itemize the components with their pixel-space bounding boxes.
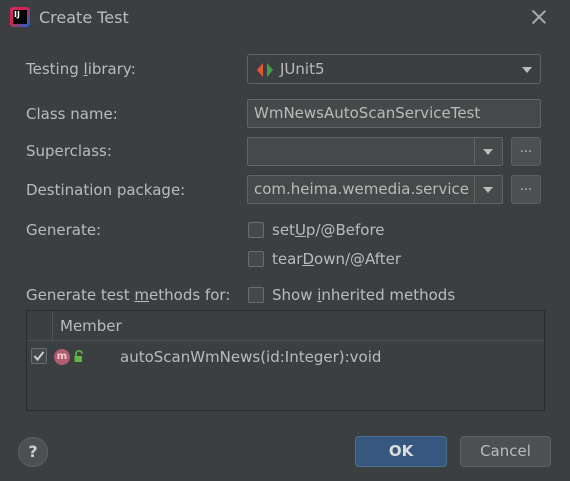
testing-library-value: JUnit5: [280, 60, 325, 78]
chevron-down-icon[interactable]: [483, 187, 493, 193]
ok-button[interactable]: OK: [355, 436, 447, 467]
destination-package-combo[interactable]: com.heima.wemedia.service: [247, 175, 503, 204]
chevron-down-icon[interactable]: [483, 149, 493, 155]
class-name-label: Class name:: [26, 105, 118, 123]
class-name-value: WmNewsAutoScanServiceTest: [254, 104, 481, 122]
show-inherited-checkbox[interactable]: [248, 287, 264, 303]
member-column-header[interactable]: Member: [60, 317, 122, 335]
members-table: Member m autoScanWmNews(id:Integer):void: [26, 310, 545, 411]
junit-icon: [257, 63, 273, 77]
cancel-button[interactable]: Cancel: [460, 436, 551, 467]
generate-label: Generate:: [26, 221, 102, 239]
member-row-checkbox[interactable]: [31, 348, 47, 364]
teardown-checkbox[interactable]: [248, 251, 264, 267]
table-row[interactable]: m autoScanWmNews(id:Integer):void: [27, 342, 544, 372]
intellij-app-icon: IJ: [10, 7, 30, 27]
superclass-label: Superclass:: [26, 142, 112, 160]
methods-for-label: Generate test methods for:: [26, 286, 231, 304]
dialog-title: Create Test: [39, 8, 129, 27]
members-table-header: Member: [27, 311, 544, 341]
testing-library-dropdown[interactable]: JUnit5: [247, 54, 541, 84]
show-inherited-label[interactable]: Show inherited methods: [272, 286, 455, 304]
class-name-field[interactable]: WmNewsAutoScanServiceTest: [247, 99, 541, 128]
method-icon: m: [54, 349, 70, 365]
setup-checkbox-label[interactable]: setUp/@Before: [272, 221, 385, 239]
destination-package-browse-button[interactable]: ...: [511, 175, 541, 204]
testing-library-label: Testing library:: [26, 60, 136, 78]
setup-checkbox[interactable]: [248, 222, 264, 238]
close-icon[interactable]: [530, 8, 548, 26]
member-name: autoScanWmNews(id:Integer):void: [120, 348, 382, 366]
destination-package-label: Destination package:: [26, 181, 186, 199]
chevron-down-icon: [522, 67, 532, 73]
teardown-checkbox-label[interactable]: tearDown/@After: [272, 250, 401, 268]
destination-package-value: com.heima.wemedia.service: [254, 180, 469, 198]
checkmark-icon: [33, 351, 45, 362]
superclass-combo[interactable]: [247, 137, 503, 166]
public-lock-icon: [74, 350, 83, 362]
superclass-browse-button[interactable]: ...: [511, 137, 541, 166]
help-button[interactable]: ?: [18, 437, 48, 467]
